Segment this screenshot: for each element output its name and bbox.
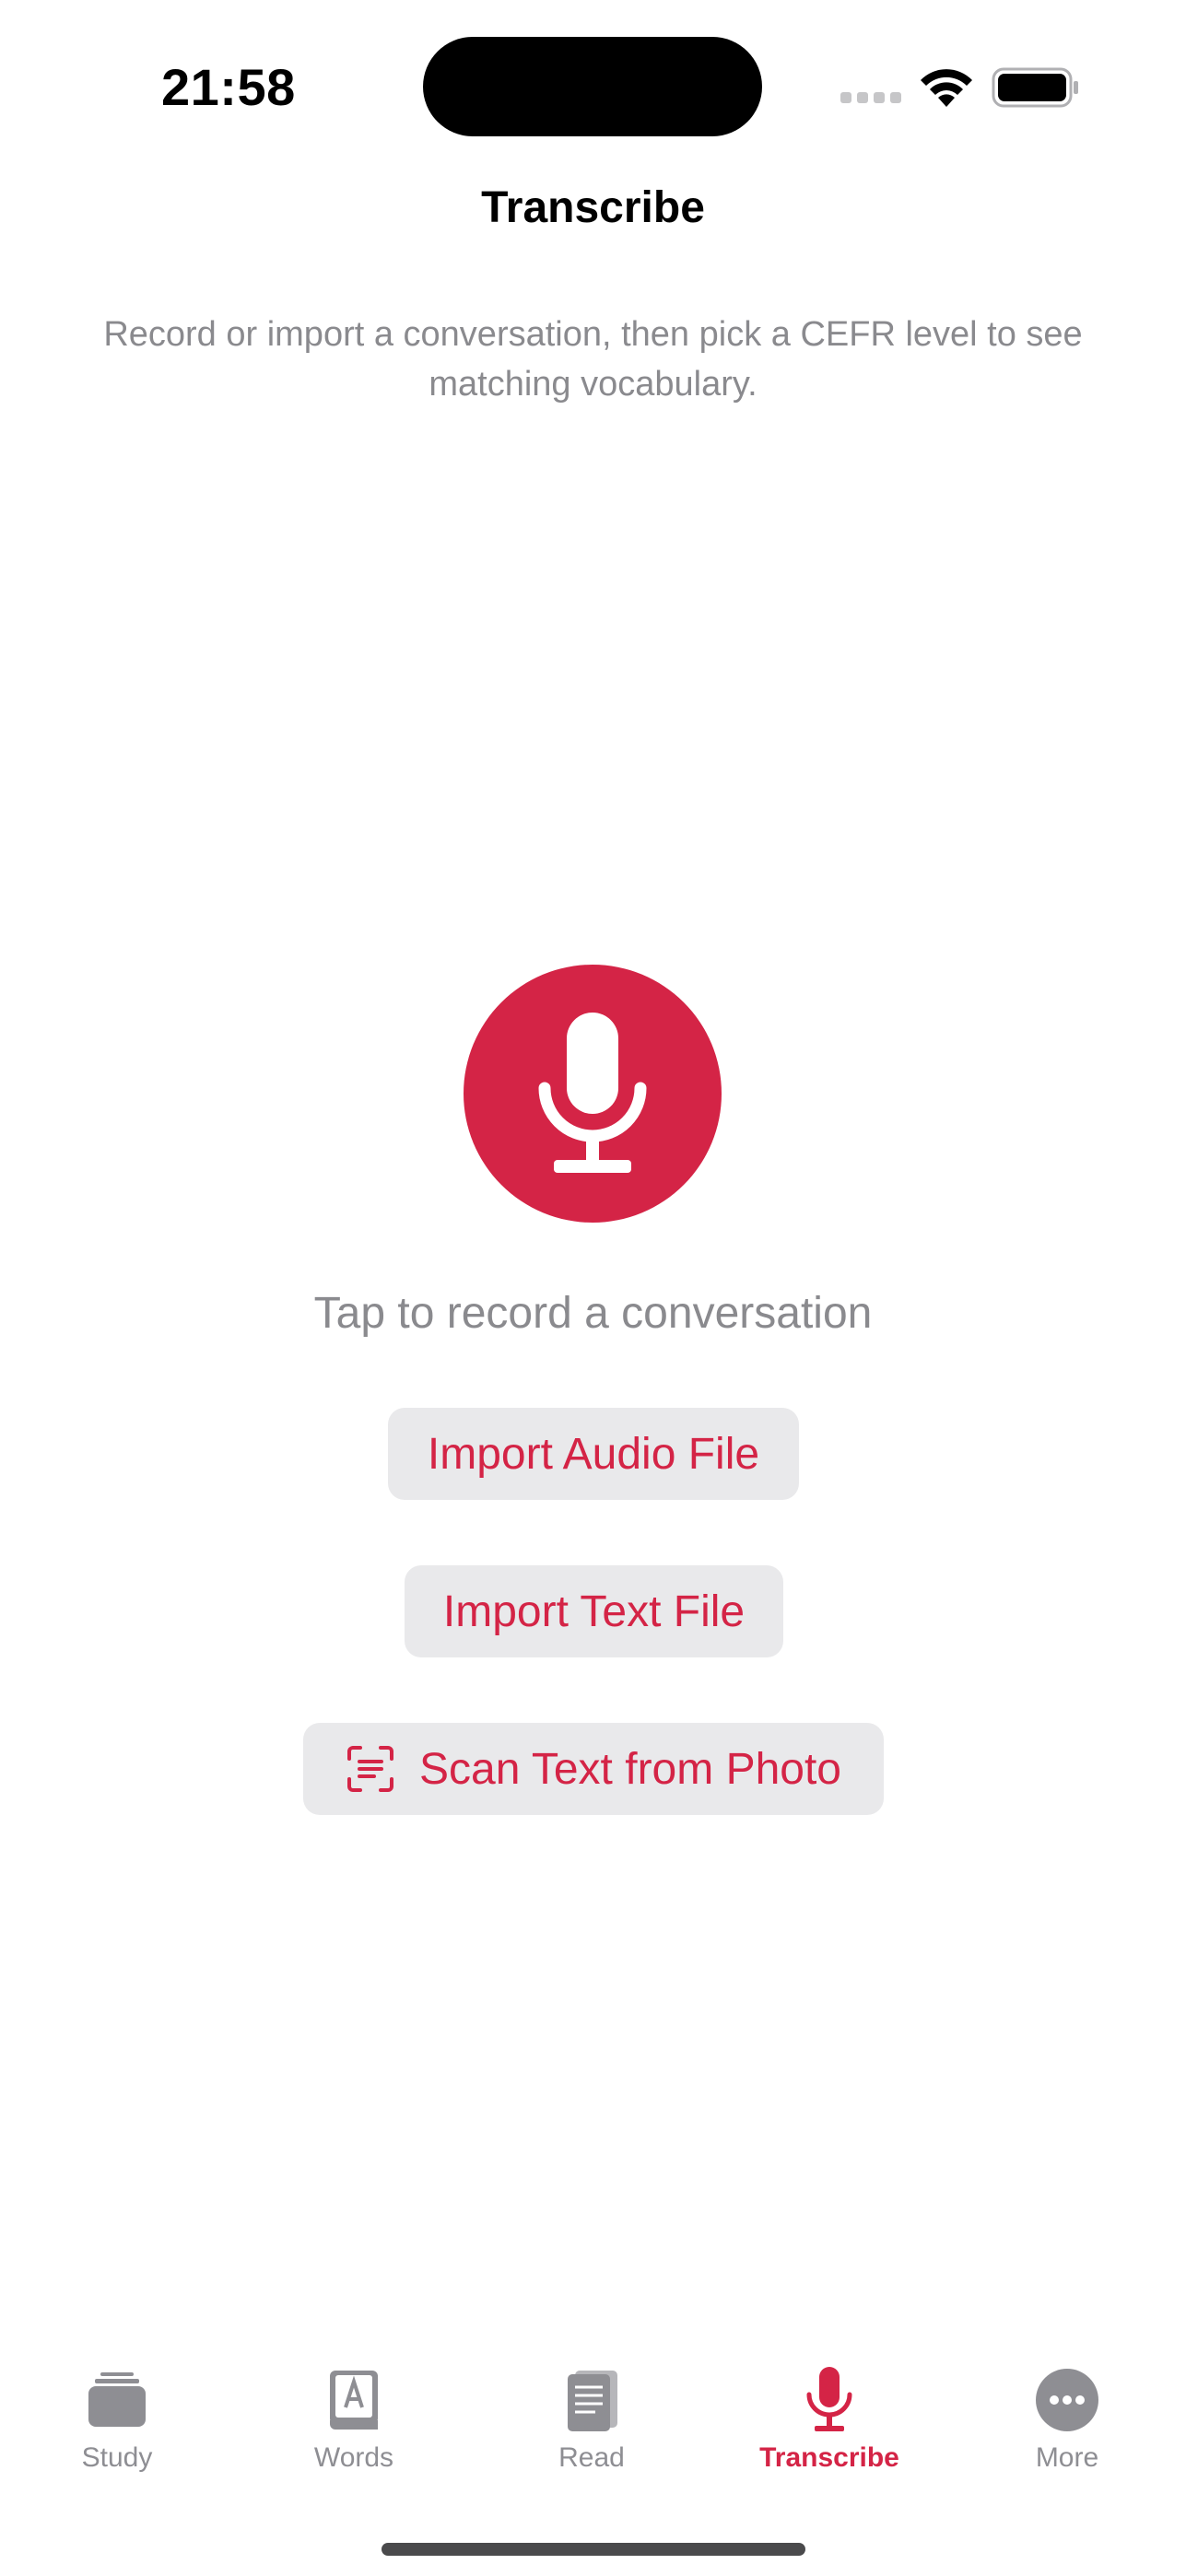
- tab-study-label: Study: [81, 2442, 153, 2473]
- cellular-signal-icon: [840, 92, 901, 105]
- ellipsis-circle-icon: [1030, 2363, 1104, 2437]
- dynamic-island: [423, 37, 762, 136]
- dictionary-icon: [317, 2363, 391, 2437]
- tab-read-label: Read: [558, 2442, 625, 2473]
- tab-words-label: Words: [313, 2442, 394, 2473]
- scan-text-label: Scan Text from Photo: [418, 1744, 841, 1794]
- page-title: Transcribe: [481, 183, 705, 232]
- status-time: 21:58: [161, 58, 296, 116]
- scan-text-button[interactable]: Scan Text from Photo: [303, 1723, 884, 1815]
- record-button[interactable]: [464, 965, 722, 1223]
- cards-stack-icon: [80, 2363, 154, 2437]
- mic-icon: [538, 1013, 647, 1173]
- tab-words[interactable]: Words: [262, 2340, 446, 2488]
- book-icon: [555, 2363, 628, 2437]
- tab-more-label: More: [1035, 2442, 1099, 2473]
- tab-study[interactable]: Study: [25, 2340, 209, 2488]
- import-text-label: Import Text File: [442, 1587, 746, 1636]
- battery-icon: [992, 67, 1078, 108]
- import-audio-label: Import Audio File: [427, 1429, 760, 1479]
- record-hint: Tap to record a conversation: [313, 1289, 873, 1338]
- tab-transcribe-label: Transcribe: [759, 2442, 899, 2473]
- wifi-icon: [921, 69, 972, 107]
- import-text-button[interactable]: Import Text File: [405, 1565, 783, 1657]
- tab-read[interactable]: Read: [499, 2340, 684, 2488]
- home-indicator: [382, 2543, 805, 2556]
- tab-transcribe[interactable]: Transcribe: [737, 2340, 922, 2488]
- import-audio-button[interactable]: Import Audio File: [388, 1408, 799, 1500]
- mic-icon: [793, 2363, 866, 2437]
- tab-bar: Study Words Read Transcribe More: [0, 2340, 1186, 2488]
- text-scan-icon: [346, 1746, 393, 1792]
- tab-more[interactable]: More: [975, 2340, 1159, 2488]
- intro-text: Record or import a conversation, then pi…: [103, 315, 1083, 404]
